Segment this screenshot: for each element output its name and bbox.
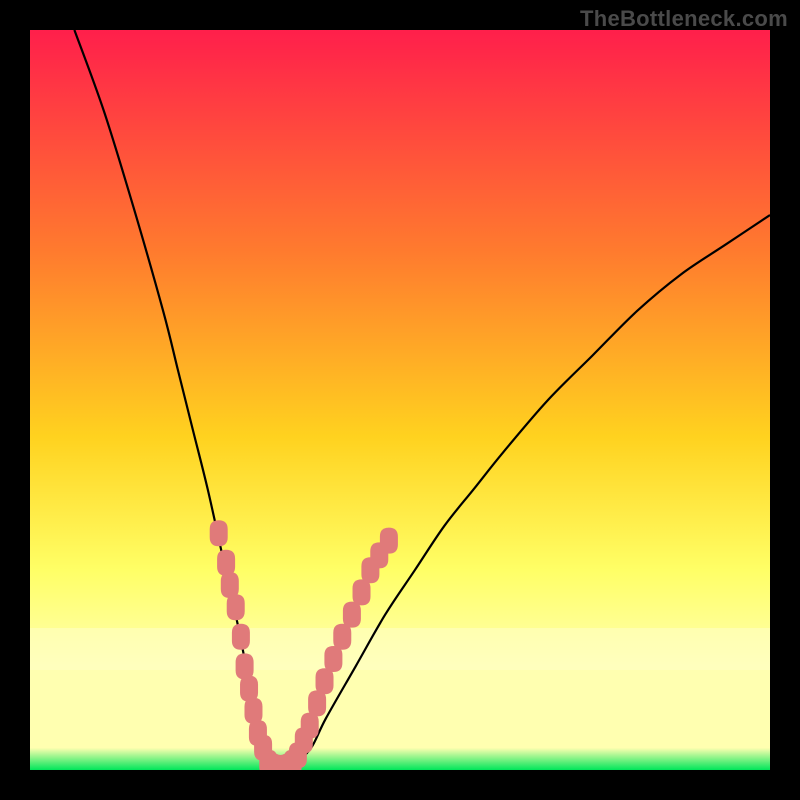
curve-marker (380, 528, 398, 554)
curve-marker (227, 594, 245, 620)
curve-marker (244, 698, 262, 724)
pale-band (30, 628, 770, 670)
plot-area (30, 30, 770, 770)
curve-marker (316, 668, 334, 694)
curve-marker (210, 520, 228, 546)
curve-marker (240, 676, 258, 702)
markers-bottom-cluster (264, 753, 298, 770)
curve-marker (324, 646, 342, 672)
curve-marker (232, 624, 250, 650)
chart-container: TheBottleneck.com (0, 0, 800, 800)
curve-marker (236, 653, 254, 679)
curve-marker (333, 624, 351, 650)
curve-marker (353, 579, 371, 605)
curve-marker (279, 753, 297, 770)
bottleneck-chart (30, 30, 770, 770)
curve-marker (308, 690, 326, 716)
attribution-text: TheBottleneck.com (580, 6, 788, 32)
curve-marker (343, 602, 361, 628)
curve-marker (221, 572, 239, 598)
curve-marker (301, 713, 319, 739)
curve-marker (217, 550, 235, 576)
